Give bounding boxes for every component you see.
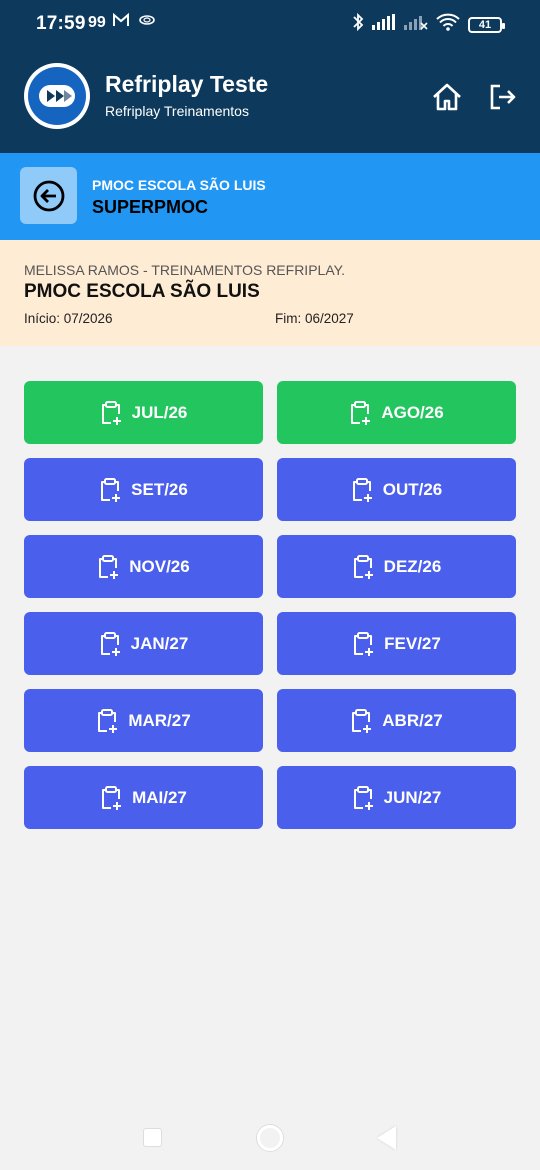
app-header: Refriplay Teste Refriplay Treinamentos [0,48,540,153]
logout-icon [490,84,516,110]
month-label: ABR/27 [382,710,443,730]
month-button[interactable]: SET/26 [24,458,263,521]
clipboard-plus-icon [99,554,119,579]
month-label: DEZ/26 [383,556,442,576]
signal-icon [372,14,396,35]
month-label: SET/26 [131,479,188,499]
month-button[interactable]: NOV/26 [24,535,263,598]
home-button[interactable] [430,80,464,114]
clipboard-plus-icon [353,785,373,810]
month-button[interactable]: OUT/26 [277,458,516,521]
context-bar: PMOC ESCOLA SÃO LUIS SUPERPMOC [0,153,540,240]
clipboard-plus-icon [98,708,118,733]
status-left-icons [112,12,156,32]
status-right-icons: 41 [352,12,505,37]
month-label: NOV/26 [129,556,190,576]
month-label: JAN/27 [130,633,189,653]
month-button[interactable]: MAI/27 [24,766,263,829]
month-label: MAI/27 [132,787,187,807]
recent-apps-button[interactable] [143,1128,162,1147]
fast-forward-logo-icon [28,67,86,125]
home-icon [433,83,461,111]
back-button[interactable] [20,167,77,224]
month-grid: JUL/26 AGO/26 SET/26 OUT/26 NOV/26 DEZ/26 JAN/… [24,381,516,829]
signal-off-icon [404,14,428,35]
month-label: MAR/27 [128,710,191,730]
clipboard-plus-icon [352,477,372,502]
end-date: Fim: 06/2027 [275,311,354,326]
month-label: AGO/26 [381,402,444,422]
client-name: MELISSA RAMOS - TREINAMENTOS REFRIPLAY. [24,262,346,278]
month-label: JUN/27 [383,787,442,807]
start-date: Início: 07/2026 [24,311,113,326]
wifi-icon [436,13,460,36]
contract-title: PMOC ESCOLA SÃO LUIS [24,281,260,302]
contract-info: MELISSA RAMOS - TREINAMENTOS REFRIPLAY. … [0,240,540,346]
clipboard-plus-icon [101,400,121,425]
clipboard-plus-icon [352,708,372,733]
month-label: FEV/27 [384,633,441,653]
clipboard-plus-icon [101,477,121,502]
back-nav-button[interactable] [377,1126,396,1150]
mail-icon [112,12,130,32]
context-subtitle: PMOC ESCOLA SÃO LUIS [92,177,266,193]
month-button[interactable]: DEZ/26 [277,535,516,598]
clipboard-plus-icon [353,554,373,579]
arrow-left-circle-icon [33,180,64,211]
battery-indicator: 41 [468,16,505,33]
month-button[interactable]: FEV/27 [277,612,516,675]
clipboard-plus-icon [100,631,120,656]
clipboard-plus-icon [102,785,122,810]
home-nav-button[interactable] [257,1125,283,1151]
month-label: OUT/26 [382,479,443,499]
app-title: Refriplay Teste [105,71,269,97]
month-label: JUL/26 [131,402,188,422]
system-navigation-bar [0,1105,540,1170]
logout-button[interactable] [486,80,520,114]
bluetooth-icon [352,12,364,37]
clipboard-plus-icon [351,400,371,425]
cloud-icon [138,13,156,32]
status-extra: 99 [88,14,106,31]
month-button[interactable]: JUL/26 [24,381,263,444]
app-logo [24,63,90,129]
clipboard-plus-icon [354,631,374,656]
month-button[interactable]: JUN/27 [277,766,516,829]
status-time: 17:59 [36,13,86,34]
month-button[interactable]: MAR/27 [24,689,263,752]
app-header-area: 17:59 99 41 Refriplay Teste Refriplay Tr… [0,0,540,153]
month-button[interactable]: JAN/27 [24,612,263,675]
month-button[interactable]: AGO/26 [277,381,516,444]
month-button[interactable]: ABR/27 [277,689,516,752]
app-subtitle: Refriplay Treinamentos [105,103,249,119]
status-bar: 17:59 99 41 [0,0,540,48]
context-title: SUPERPMOC [92,197,209,217]
